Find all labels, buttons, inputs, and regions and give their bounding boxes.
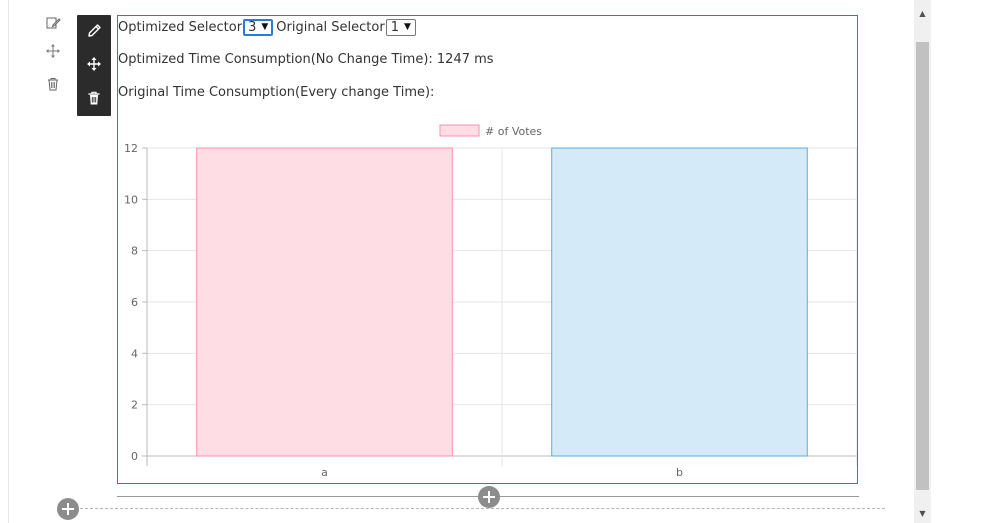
scroll-up-arrow-icon[interactable]: ▲	[914, 5, 931, 22]
y-tick-label: 2	[131, 399, 138, 412]
legend-swatch	[439, 124, 480, 137]
y-tick-label: 12	[124, 142, 138, 155]
original-selector-label: Original Selector	[276, 19, 385, 35]
original-selector-dropdown[interactable]: 1 ▼	[385, 18, 416, 36]
y-tick-label: 10	[124, 193, 138, 206]
pencil-icon[interactable]	[77, 16, 111, 46]
move-icon[interactable]	[40, 38, 66, 64]
original-time-text: Original Time Consumption(Every change T…	[118, 85, 435, 100]
votes-bar-chart: 0 2 4 6 8 10 12 a b # of Votes	[124, 124, 857, 479]
optimized-selector-value: 3	[248, 19, 257, 35]
x-tick-label: a	[321, 466, 328, 479]
scrollbar-thumb[interactable]	[916, 42, 929, 490]
y-tick-label: 8	[131, 245, 138, 258]
edit-icon[interactable]	[40, 10, 66, 36]
add-block-plus-icon[interactable]	[478, 486, 500, 508]
bar-b	[551, 147, 808, 457]
page-left-border	[8, 0, 9, 523]
dropdown-arrow-icon: ▼	[403, 22, 411, 32]
y-tick-label: 6	[131, 296, 138, 309]
add-section-plus-icon[interactable]	[57, 498, 79, 520]
trash-icon[interactable]	[77, 83, 111, 113]
section-divider	[80, 508, 885, 509]
legend-label: # of Votes	[485, 125, 542, 138]
optimized-selector-label: Optimized Selector	[118, 19, 243, 35]
original-selector-value: 1	[390, 19, 399, 35]
bar-a	[196, 147, 453, 457]
optimized-time-text: Optimized Time Consumption(No Change Tim…	[118, 52, 494, 67]
move-icon[interactable]	[77, 49, 111, 79]
y-tick-label: 0	[131, 450, 138, 463]
optimized-selector-dropdown[interactable]: 3 ▼	[243, 18, 274, 36]
dropdown-arrow-icon: ▼	[261, 22, 269, 32]
selector-row: Optimized Selector 3 ▼ Original Selector…	[118, 17, 419, 37]
y-tick-label: 4	[131, 347, 138, 360]
x-tick-label: b	[676, 466, 683, 479]
content-block[interactable]: Optimized Selector 3 ▼ Original Selector…	[117, 15, 858, 484]
scroll-down-arrow-icon[interactable]: ▼	[914, 505, 931, 522]
block-toolbar	[77, 15, 111, 116]
trash-icon[interactable]	[40, 71, 66, 97]
